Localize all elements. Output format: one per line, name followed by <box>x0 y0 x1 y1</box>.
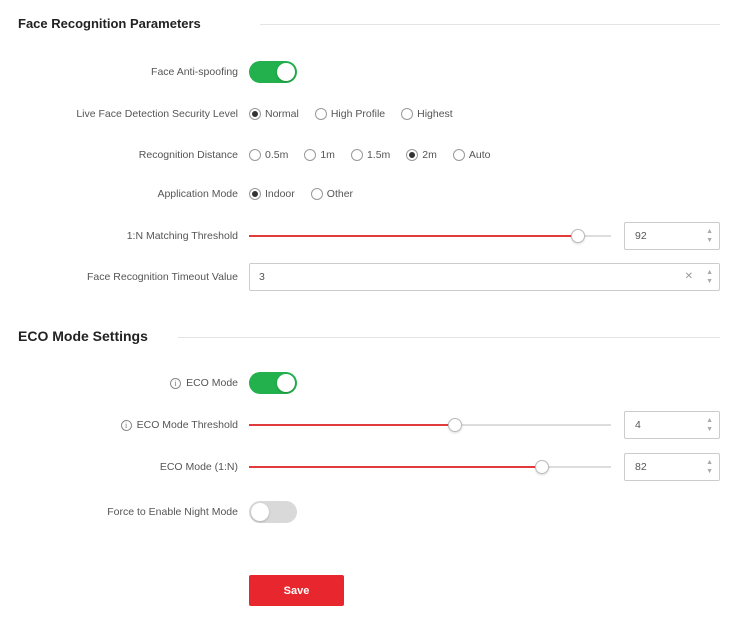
eco-mode-row: i ECO Mode <box>0 371 734 395</box>
face-section-title: Face Recognition Parameters <box>18 16 201 31</box>
toggle-knob <box>277 63 295 81</box>
eco-threshold-label-wrap: i ECO Mode Threshold <box>120 419 238 431</box>
chevron-down-icon[interactable]: ▼ <box>706 425 713 434</box>
radio-option-label: Normal <box>265 108 299 120</box>
eco-1n-slider[interactable] <box>249 459 611 475</box>
recognition-distance-radio-group: 0.5m 1m 1.5m 2m Auto <box>249 149 506 161</box>
recognition-distance-radio-option[interactable]: Auto <box>452 149 491 161</box>
radio-option-label: Highest <box>417 108 453 120</box>
slider-fill <box>249 424 456 426</box>
eco-threshold-spinbox: ▲▼ <box>624 411 720 439</box>
section-divider <box>178 337 720 338</box>
eco-threshold-slider[interactable] <box>249 417 611 433</box>
radio-dot[interactable] <box>310 188 323 200</box>
eco-mode-label: ECO Mode <box>186 377 238 389</box>
application-mode-radio-option[interactable]: Other <box>310 188 354 200</box>
radio-dot[interactable] <box>401 108 414 120</box>
anti-spoofing-toggle[interactable] <box>249 61 297 83</box>
radio-option-label: Auto <box>468 149 491 161</box>
info-icon[interactable]: i <box>120 419 132 431</box>
live-face-level-radio-option[interactable]: High Profile <box>314 108 386 120</box>
eco-threshold-label: ECO Mode Threshold <box>136 419 238 431</box>
eco-mode-toggle[interactable] <box>249 372 297 394</box>
chevron-up-icon[interactable]: ▲ <box>706 458 713 467</box>
radio-option-label: 0.5m <box>265 149 289 161</box>
info-icon[interactable]: i <box>170 377 182 389</box>
recognition-distance-radio-option[interactable]: 1.5m <box>350 149 391 161</box>
radio-dot[interactable] <box>406 149 419 161</box>
application-mode-row: Application Mode Indoor Other <box>0 182 734 206</box>
eco-1n-spinbox: ▲▼ <box>624 453 720 481</box>
anti-spoofing-row: Face Anti-spoofing <box>0 60 734 84</box>
chevron-down-icon[interactable]: ▼ <box>706 277 713 286</box>
live-face-level-radio-group: Normal High Profile Highest <box>249 108 469 120</box>
matching-threshold-label: 1:N Matching Threshold <box>126 230 238 242</box>
night-mode-label: Force to Enable Night Mode <box>107 506 238 518</box>
eco-section-title: ECO Mode Settings <box>18 328 148 344</box>
radio-dot[interactable] <box>304 149 317 161</box>
chevron-down-icon[interactable]: ▼ <box>706 467 713 476</box>
recognition-distance-row: Recognition Distance 0.5m 1m 1.5m 2m Auto <box>0 143 734 167</box>
recognition-distance-radio-option[interactable]: 1m <box>304 149 335 161</box>
radio-option-label: 2m <box>422 149 437 161</box>
interval-value-field: ✕ ▲▼ <box>249 263 720 291</box>
eco-1n-input[interactable] <box>635 461 705 473</box>
eco-1n-label: ECO Mode (1:N) <box>159 461 238 473</box>
chevron-up-icon[interactable]: ▲ <box>706 268 713 277</box>
toggle-knob <box>277 374 295 392</box>
radio-option-label: Other <box>326 188 354 200</box>
eco-1n-row: ECO Mode (1:N) ▲▼ <box>0 453 734 481</box>
recognition-distance-radio-option[interactable]: 0.5m <box>249 149 288 161</box>
spinner-arrows[interactable]: ▲ ▼ <box>706 458 713 476</box>
interval-value-label: Face Recognition Timeout Value <box>87 271 238 283</box>
eco-threshold-row: i ECO Mode Threshold ▲▼ <box>0 411 734 439</box>
spinner-arrows[interactable]: ▲ ▼ <box>706 268 713 286</box>
live-face-level-radio-option[interactable]: Normal <box>249 108 299 120</box>
radio-option-label: 1.5m <box>366 149 391 161</box>
spinner-arrows[interactable]: ▲ ▼ <box>706 416 713 434</box>
eco-mode-label-wrap: i ECO Mode <box>170 377 238 389</box>
application-mode-label: Application Mode <box>157 188 238 200</box>
application-mode-radio-group: Indoor Other <box>249 188 369 200</box>
radio-option-label: 1m <box>320 149 335 161</box>
radio-dot[interactable] <box>452 149 465 161</box>
night-mode-row: Force to Enable Night Mode <box>0 500 734 524</box>
radio-option-label: Indoor <box>265 188 295 200</box>
slider-fill <box>249 235 579 237</box>
night-mode-toggle[interactable] <box>249 501 297 523</box>
slider-handle[interactable] <box>571 229 586 243</box>
slider-handle[interactable] <box>448 418 463 432</box>
eco-threshold-input[interactable] <box>635 419 705 431</box>
save-button[interactable]: Save <box>249 575 344 606</box>
live-face-level-row: Live Face Detection Security Level Norma… <box>0 102 734 126</box>
application-mode-radio-option[interactable]: Indoor <box>249 188 295 200</box>
section-divider <box>260 24 720 25</box>
chevron-up-icon[interactable]: ▲ <box>706 227 713 236</box>
live-face-level-label: Live Face Detection Security Level <box>76 108 238 120</box>
matching-threshold-slider[interactable] <box>249 228 611 244</box>
radio-option-label: High Profile <box>330 108 386 120</box>
slider-fill <box>249 466 543 468</box>
anti-spoofing-label: Face Anti-spoofing <box>151 66 238 78</box>
spinner-arrows[interactable]: ▲ ▼ <box>706 227 713 245</box>
radio-dot[interactable] <box>249 149 261 161</box>
radio-dot[interactable] <box>314 108 327 120</box>
recognition-distance-label: Recognition Distance <box>138 149 238 161</box>
slider-handle[interactable] <box>535 460 550 474</box>
live-face-level-radio-option[interactable]: Highest <box>401 108 453 120</box>
chevron-up-icon[interactable]: ▲ <box>706 416 713 425</box>
radio-dot[interactable] <box>249 108 261 120</box>
matching-threshold-input[interactable] <box>635 230 705 242</box>
clear-x-icon[interactable]: ✕ <box>685 271 693 282</box>
radio-dot[interactable] <box>350 149 363 161</box>
radio-dot[interactable] <box>249 188 261 200</box>
chevron-down-icon[interactable]: ▼ <box>706 236 713 245</box>
matching-threshold-spinbox: ▲▼ <box>624 222 720 250</box>
interval-value-input[interactable] <box>259 271 659 283</box>
toggle-knob <box>251 503 269 521</box>
interval-value-row: Face Recognition Timeout Value ✕ ▲▼ <box>0 263 734 291</box>
recognition-distance-radio-option[interactable]: 2m <box>406 149 437 161</box>
matching-threshold-row: 1:N Matching Threshold ▲▼ <box>0 222 734 250</box>
